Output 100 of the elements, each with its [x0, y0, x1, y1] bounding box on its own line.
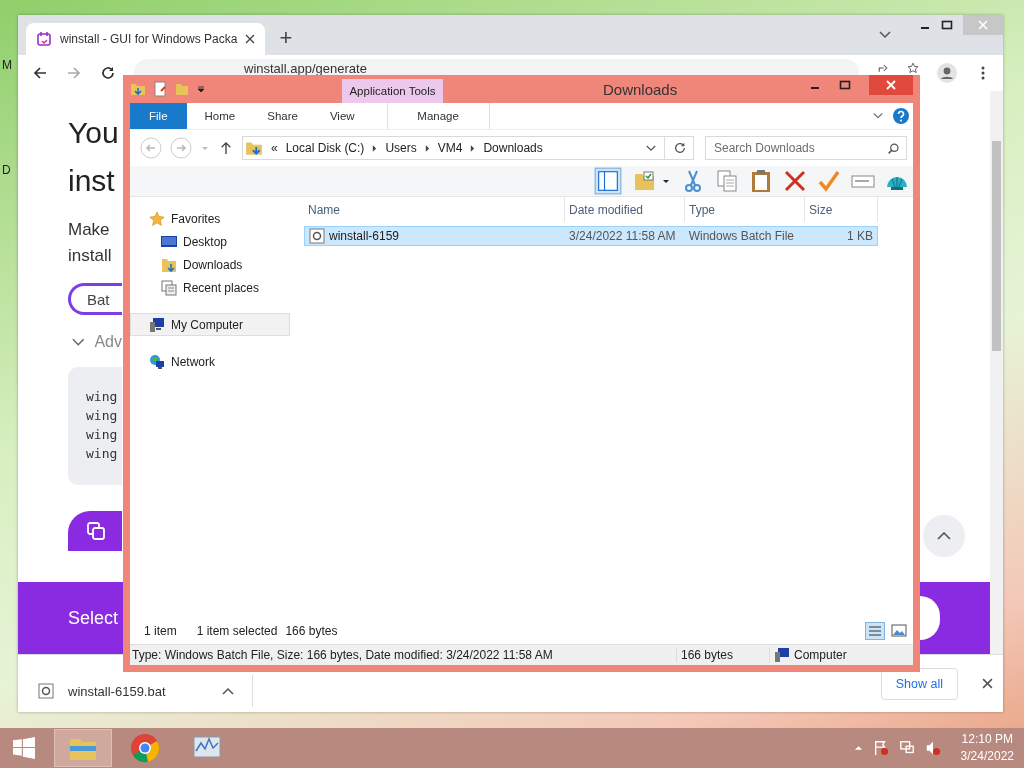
search-field[interactable]: Search Downloads: [705, 136, 907, 160]
computer-icon: [149, 316, 165, 333]
nav-item[interactable]: Downloads: [130, 253, 290, 276]
computer-icon: [774, 647, 790, 663]
file-name: winstall-6159: [329, 229, 400, 243]
maximize-icon[interactable]: [839, 79, 851, 91]
nav-item[interactable]: My Computer: [130, 313, 290, 336]
nav-item[interactable]: Recent places: [130, 276, 290, 299]
browser-tab[interactable]: winstall - GUI for Windows Packa: [26, 23, 266, 55]
address-field[interactable]: « Local Disk (C:) Users VM4 Downloads: [242, 136, 694, 160]
close-icon: [978, 20, 988, 30]
avatar-icon[interactable]: [937, 63, 957, 83]
close-icon: [886, 80, 896, 90]
selection-info: 1 item selected: [196, 624, 278, 638]
page-text: install: [68, 245, 112, 267]
checkmark-icon[interactable]: [817, 169, 841, 193]
network-icon[interactable]: [898, 740, 915, 756]
file-date: 3/24/2022 11:58 AM: [568, 229, 677, 243]
selection-size: 166 bytes: [285, 624, 338, 638]
file-type: Windows Batch File: [687, 229, 796, 243]
back-icon[interactable]: [32, 65, 48, 81]
column-header[interactable]: Name: [304, 197, 565, 222]
help-icon[interactable]: [893, 108, 909, 124]
breadcrumb-item[interactable]: Users: [385, 141, 417, 155]
clipboard-icon[interactable]: [749, 169, 773, 193]
copy-button[interactable]: [68, 511, 122, 551]
file-size: 1 KB: [846, 229, 874, 243]
chevron-icon[interactable]: [72, 338, 85, 346]
refresh-icon[interactable]: [673, 141, 687, 155]
breadcrumb-item[interactable]: Local Disk (C:): [285, 141, 365, 155]
folder-icon: [161, 256, 177, 273]
details-location: Computer: [794, 648, 847, 662]
file-row[interactable]: winstall-6159 3/24/2022 11:58 AM Windows Batch File 1 KB: [304, 226, 878, 246]
code-line: wing: [86, 426, 119, 444]
banner-text: Select: [68, 607, 119, 629]
network-icon: [149, 353, 165, 370]
details-view-icon[interactable]: [865, 622, 885, 640]
share-icon[interactable]: [877, 62, 889, 74]
nav-item[interactable]: Desktop: [130, 230, 290, 253]
separator-arrow-icon[interactable]: [372, 144, 378, 152]
code-line: wing: [86, 407, 119, 425]
context-tab-header: Application Tools: [342, 79, 443, 103]
close-icon[interactable]: [982, 678, 993, 689]
chevron-up-icon: [937, 532, 951, 540]
scrollbar[interactable]: [990, 91, 1003, 654]
search-icon: [887, 142, 900, 155]
desktop-icon-label: M: [2, 58, 12, 72]
ribbon-tab[interactable]: Share: [253, 103, 312, 129]
close-button[interactable]: [869, 75, 913, 95]
thumbnails-view-icon[interactable]: [889, 622, 909, 640]
dropdown-icon[interactable]: [646, 144, 656, 152]
breadcrumb-item[interactable]: Downloads: [483, 141, 543, 155]
caret-icon[interactable]: [873, 112, 883, 120]
round-logo-icon: [130, 733, 160, 763]
gear-file-icon: [38, 683, 54, 699]
desktop-icon: [161, 233, 177, 250]
page-text: Make: [68, 219, 110, 241]
separator-arrow-icon[interactable]: [470, 144, 476, 152]
gear-file-icon: [309, 228, 325, 244]
nav-item[interactable]: Network: [130, 350, 290, 373]
volume-icon[interactable]: [924, 740, 941, 756]
nav-item[interactable]: Favorites: [130, 207, 290, 230]
banner-button[interactable]: [920, 596, 940, 640]
star-icon: [149, 210, 165, 227]
folder-check-icon[interactable]: [633, 169, 657, 193]
item-count: 1 item: [144, 624, 177, 638]
code-line: wing: [86, 445, 119, 463]
new-tab-button[interactable]: +: [279, 27, 293, 49]
folder-icon[interactable]: [130, 81, 146, 97]
separator-arrow-icon[interactable]: [424, 144, 430, 152]
caret-icon[interactable]: [222, 687, 234, 695]
caret-icon[interactable]: [879, 31, 891, 39]
copy-icon: [86, 521, 106, 541]
ribbon-tab[interactable]: Home: [190, 103, 250, 129]
windows-logo-icon[interactable]: [10, 737, 38, 759]
preview-pane-icon[interactable]: [593, 167, 623, 195]
page-heading: You: [68, 115, 119, 151]
recent-icon: [161, 279, 177, 296]
breadcrumb-item[interactable]: VM4: [437, 141, 463, 155]
column-header[interactable]: Date modified: [565, 197, 685, 222]
download-item[interactable]: winstall-6159.bat: [18, 675, 253, 707]
column-header[interactable]: Type: [685, 197, 805, 222]
column-header[interactable]: Size: [805, 197, 878, 222]
details-text: Type: Windows Batch File, Size: 166 bytes, Date modified: 3/24/2022 11:58 AM: [131, 648, 554, 662]
ribbon-tab[interactable]: View: [315, 103, 369, 129]
delete-icon[interactable]: [783, 169, 807, 193]
reload-icon[interactable]: [100, 65, 116, 81]
advanced-toggle[interactable]: Adv: [94, 333, 122, 351]
flag-icon[interactable]: [872, 740, 889, 756]
calendar-icon: [36, 31, 52, 47]
details-size: 166 bytes: [676, 648, 769, 662]
star-icon[interactable]: [907, 62, 919, 74]
dropdown-icon[interactable]: [196, 84, 206, 94]
maximize-icon[interactable]: [941, 19, 953, 31]
properties-icon[interactable]: [152, 81, 168, 97]
close-icon[interactable]: [245, 34, 256, 44]
desktop-icon-label: D: [2, 163, 11, 177]
page-heading: inst: [68, 163, 115, 199]
up-arrow-icon[interactable]: [220, 141, 232, 155]
ribbon-tab[interactable]: File: [130, 103, 187, 129]
